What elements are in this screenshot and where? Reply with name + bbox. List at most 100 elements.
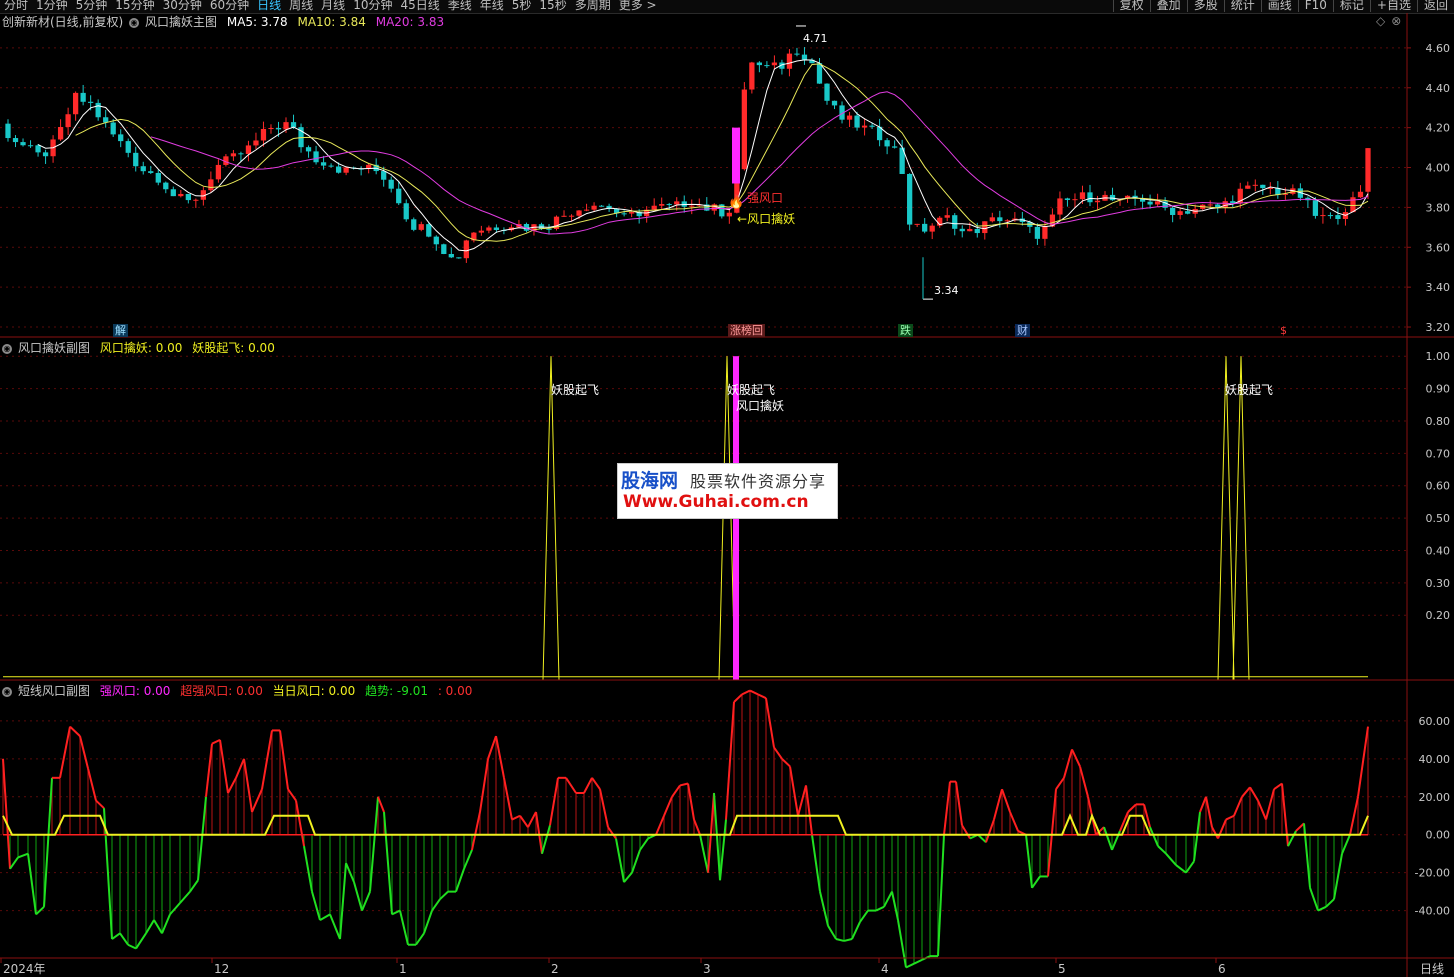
x-axis-label: 1 <box>399 962 407 976</box>
osc-line-segment <box>749 689 759 696</box>
trend-step-line <box>2 812 1369 836</box>
event-tag-zhangbang[interactable]: 涨榜回 <box>728 324 765 337</box>
osc-line-segment <box>1349 796 1359 835</box>
osc-line-segment <box>1009 811 1019 832</box>
candle-body <box>463 240 469 259</box>
sub2-settings-icon[interactable]: ◉ <box>2 686 12 697</box>
osc-line-segment <box>1281 783 1289 847</box>
osc-line-segment <box>741 689 751 696</box>
candle-body <box>253 140 259 146</box>
osc-line-segment <box>205 743 213 797</box>
candle-body <box>88 101 94 103</box>
candle-body <box>914 223 920 225</box>
osc-line-segment <box>1157 845 1167 855</box>
candle-body <box>178 193 184 197</box>
osc-line-segment <box>1273 782 1283 791</box>
osc-line-segment <box>599 789 609 828</box>
osc-line-segment <box>1309 887 1319 911</box>
watermark-banner: 股海网 股票软件资源分享 Www.Guhai.com.cn <box>617 463 838 519</box>
sub1-settings-icon[interactable]: ◉ <box>2 343 12 354</box>
candle-body <box>320 162 327 166</box>
candle-body <box>546 228 552 230</box>
main-y-tick-label: 3.20 <box>1426 321 1451 334</box>
panel-settings-icon[interactable]: ◇ <box>1376 14 1385 28</box>
osc-line-segment <box>1205 796 1213 828</box>
osc-line-segment <box>897 919 907 968</box>
candle-body <box>884 140 890 147</box>
event-tag-die[interactable]: 跌 <box>898 324 913 337</box>
candle-body <box>922 223 928 232</box>
osc-line-segment <box>1103 826 1113 851</box>
candle-body <box>245 145 252 154</box>
low-price-label: 3.34 <box>934 284 959 297</box>
candle-body <box>794 53 800 55</box>
candle-body <box>749 62 755 90</box>
osc-line-segment <box>1047 789 1057 877</box>
osc-line-segment <box>503 777 513 820</box>
candle-body <box>305 147 312 152</box>
osc-line-segment <box>713 792 721 881</box>
main-indicator-name[interactable]: 风口擒妖主图 <box>145 15 217 29</box>
ma5-value: MA5: 3.78 <box>226 15 288 29</box>
candle-body <box>1154 201 1161 205</box>
main-y-tick-label: 4.00 <box>1426 162 1451 175</box>
panel-controls[interactable]: ◇ ⊗ <box>1376 14 1407 28</box>
candle-body <box>343 167 349 173</box>
sub1-name[interactable]: 风口擒妖副图 <box>18 341 90 355</box>
osc-line-segment <box>1333 853 1343 900</box>
candle-body <box>741 89 747 170</box>
sub1-label-b: 妖股起飞 <box>727 383 776 397</box>
candle-body <box>163 182 169 190</box>
period-indicator[interactable]: 日线 <box>1420 962 1444 976</box>
osc-line-segment <box>243 758 253 813</box>
osc-line-segment <box>1175 864 1187 874</box>
osc-line-segment <box>1265 788 1275 820</box>
osc-line-segment <box>287 788 297 802</box>
osc-line-segment <box>1257 800 1267 820</box>
candle-body <box>5 123 11 139</box>
candle-body <box>193 199 199 201</box>
sub2-y-tick-label: 20.00 <box>1419 791 1451 804</box>
sub2-y-tick-label: -40.00 <box>1415 905 1450 918</box>
osc-line-segment <box>687 783 695 820</box>
osc-line-segment <box>671 784 681 798</box>
osc-line-segment <box>471 811 481 851</box>
osc-line-segment <box>679 782 689 787</box>
candle-body <box>1365 148 1371 192</box>
signal-fire-icon: 🔥 <box>728 195 745 210</box>
ma20-value: MA20: 3.83 <box>375 15 445 29</box>
sub2-y-tick-label: -20.00 <box>1415 867 1450 880</box>
x-axis-label: 4 <box>881 962 889 976</box>
event-tag-cai[interactable]: 财 <box>1015 324 1030 337</box>
event-tag-jie[interactable]: 解 <box>113 324 128 337</box>
osc-line-segment <box>1079 766 1089 798</box>
osc-line-segment <box>1357 726 1369 797</box>
sub2-name[interactable]: 短线风口副图 <box>18 684 90 698</box>
signal-strong-wind: 强风口 <box>747 191 784 205</box>
candle-body <box>629 212 635 214</box>
osc-line-segment <box>1287 830 1297 847</box>
candle-body <box>493 227 500 230</box>
settings-icon[interactable]: ◉ <box>129 17 140 28</box>
event-tag-dollar[interactable]: $ <box>1278 324 1289 337</box>
candle-body <box>260 128 267 141</box>
sub1-y-tick-label: 1.00 <box>1426 350 1451 363</box>
candle-body <box>982 221 988 234</box>
candle-body <box>27 145 34 147</box>
osc-line-segment <box>353 881 363 911</box>
candle-body <box>486 227 492 231</box>
candle-body <box>967 229 973 232</box>
panel-close-icon[interactable]: ⊗ <box>1391 14 1401 28</box>
high-price-label: 4.71 <box>803 32 828 45</box>
osc-line-segment <box>985 819 995 843</box>
candle-body <box>846 115 853 120</box>
osc-line-segment <box>827 925 837 940</box>
candle-body <box>403 203 409 220</box>
candle-body <box>290 122 297 128</box>
osc-line-segment <box>431 898 441 912</box>
osc-line-segment <box>1063 749 1073 779</box>
sub1-y-tick-label: 0.80 <box>1426 415 1451 428</box>
osc-line-segment <box>329 914 341 940</box>
main-y-tick-label: 3.80 <box>1426 201 1451 214</box>
osc-line-segment <box>95 799 105 809</box>
